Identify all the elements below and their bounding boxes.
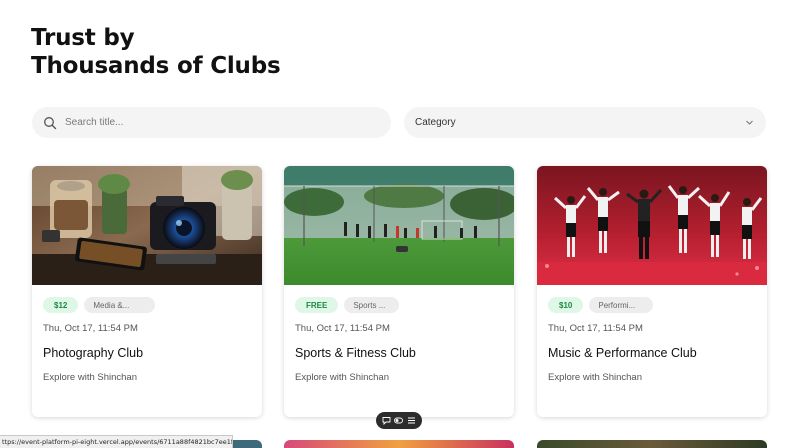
chevron-down-icon	[745, 118, 754, 127]
page-heading: Trust by Thousands of Clubs	[31, 24, 281, 80]
search-bar[interactable]	[32, 107, 391, 138]
category-badge: Sports ...	[344, 297, 400, 313]
event-date: Thu, Oct 17, 11:54 PM	[548, 323, 643, 334]
search-input[interactable]	[65, 117, 345, 128]
event-title[interactable]: Music & Performance Club	[548, 346, 697, 360]
search-icon	[43, 116, 57, 130]
event-organizer: Explore with Shinchan	[43, 372, 137, 383]
event-title[interactable]: Sports & Fitness Club	[295, 346, 416, 360]
card-badges: $10 Performi...	[548, 297, 654, 313]
card-badges: FREE Sports ...	[295, 297, 400, 313]
heading-line-2: Thousands of Clubs	[31, 53, 281, 79]
heading-line-1: Trust by	[31, 25, 135, 51]
price-badge: FREE	[295, 297, 339, 313]
category-select[interactable]: Category	[404, 107, 766, 138]
category-badge: Media &...	[84, 297, 156, 313]
event-organizer: Explore with Shinchan	[295, 372, 389, 383]
category-select-label: Category	[415, 117, 456, 128]
event-card-peek[interactable]	[537, 440, 767, 448]
event-date: Thu, Oct 17, 11:54 PM	[43, 323, 138, 334]
event-card[interactable]: $12 Media &... Thu, Oct 17, 11:54 PM Pho…	[32, 166, 262, 417]
comment-icon[interactable]	[382, 416, 391, 425]
event-title[interactable]: Photography Club	[43, 346, 143, 360]
price-badge: $10	[548, 297, 584, 313]
price-badge: $12	[43, 297, 79, 313]
event-card[interactable]: $10 Performi... Thu, Oct 17, 11:54 PM Mu…	[537, 166, 767, 417]
event-organizer: Explore with Shinchan	[548, 372, 642, 383]
menu-icon[interactable]	[407, 416, 416, 425]
event-image-sports[interactable]	[284, 166, 514, 285]
status-bar-url: ttps://event-platform-pi-eight.vercel.ap…	[0, 435, 233, 448]
event-card-peek[interactable]	[284, 440, 514, 448]
event-date: Thu, Oct 17, 11:54 PM	[295, 323, 390, 334]
toggle-icon[interactable]	[394, 416, 404, 425]
event-card[interactable]: FREE Sports ... Thu, Oct 17, 11:54 PM Sp…	[284, 166, 514, 417]
floating-toolbar	[376, 412, 422, 429]
event-image-performance[interactable]	[537, 166, 767, 285]
card-badges: $12 Media &...	[43, 297, 156, 313]
event-image-photography[interactable]	[32, 166, 262, 285]
category-badge: Performi...	[589, 297, 654, 313]
